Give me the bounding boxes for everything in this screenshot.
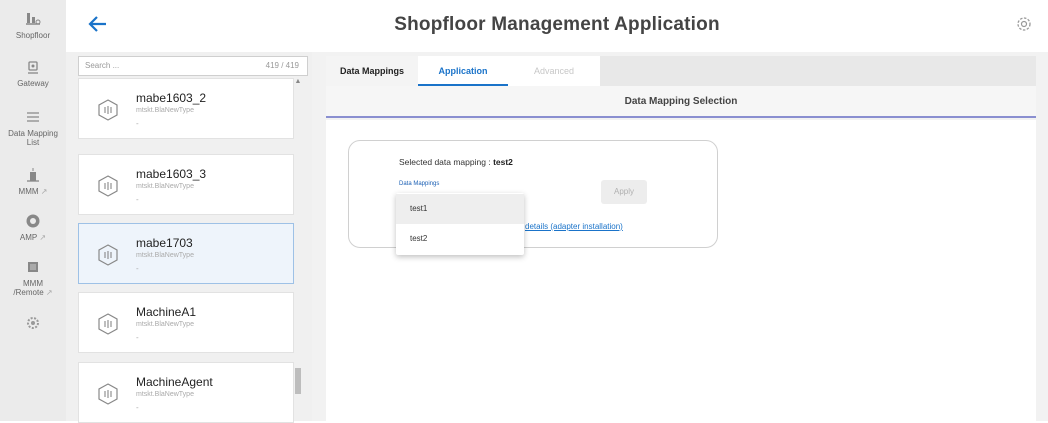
external-link-icon: ↗	[38, 187, 48, 196]
rail-label: Data Mapping List	[8, 129, 58, 147]
mmm-icon	[27, 168, 39, 182]
rail-label: Shopfloor	[15, 31, 51, 40]
tab-bar: Data Mappings Application Advanced	[326, 56, 1036, 86]
apply-button[interactable]: Apply	[601, 180, 647, 204]
gateway-icon	[28, 61, 38, 74]
device-type: mtskt.BlaNewType	[136, 183, 194, 190]
search-input[interactable]: Search ... 419 / 419	[78, 56, 308, 76]
list-icon	[27, 112, 39, 122]
device-type: mtskt.BlaNewType	[136, 321, 194, 328]
device-extra: -	[136, 333, 139, 342]
dropdown-option-test1[interactable]: test1	[396, 194, 524, 224]
device-list-panel: Search ... 419 / 419 mabe1603_2 mtskt.Bl…	[66, 52, 312, 423]
tab-advanced[interactable]: Advanced	[508, 56, 600, 86]
device-type: mtskt.BlaNewType	[136, 391, 194, 398]
rail-label: MMM ↗	[18, 187, 48, 196]
device-icon	[98, 244, 118, 266]
settings-icon[interactable]	[1014, 14, 1034, 34]
device-icon	[98, 313, 118, 335]
device-type: mtskt.BlaNewType	[136, 107, 194, 114]
external-link-icon: ↗	[37, 233, 47, 242]
nav-rail: Shopfloor Gateway Data Mapping List MMM …	[0, 0, 66, 421]
external-link-icon: ↗	[43, 288, 53, 297]
amp-icon	[26, 214, 40, 228]
device-icon	[98, 175, 118, 197]
device-extra: -	[136, 403, 139, 412]
rail-item-amp[interactable]: AMP ↗	[0, 212, 66, 242]
selected-mapping-line: Selected data mapping : test2	[399, 157, 513, 167]
device-name: MachineA1	[136, 305, 197, 319]
device-name: mabe1603_3	[136, 167, 207, 181]
rail-label: AMP ↗	[19, 233, 47, 242]
selected-mapping-value: test2	[493, 157, 513, 167]
shopfloor-icon	[26, 13, 41, 25]
scrollbar-thumb[interactable]	[295, 368, 301, 394]
mmm-remote-icon	[28, 262, 38, 272]
device-icon	[98, 99, 118, 121]
tab-application[interactable]: Application	[418, 56, 508, 86]
data-mappings-field-label: Data Mappings	[399, 181, 440, 187]
device-card[interactable]: MachineA1 mtskt.BlaNewType -	[78, 292, 294, 353]
device-card[interactable]: mabe1603_3 mtskt.BlaNewType -	[78, 154, 294, 215]
search-count: 419 / 419	[265, 61, 299, 70]
rail-item-data-mapping-list[interactable]: Data Mapping List	[0, 108, 66, 147]
device-card[interactable]: mabe1603_2 mtskt.BlaNewType -	[78, 78, 294, 139]
tab-data-mappings[interactable]: Data Mappings	[326, 56, 418, 86]
rail-item-mmm-remote[interactable]: MMM /Remote ↗	[0, 258, 66, 297]
search-placeholder: Search ...	[85, 61, 120, 70]
device-type: mtskt.BlaNewType	[136, 252, 194, 259]
app-header: Shopfloor Management Application	[66, 0, 1048, 52]
device-extra: -	[136, 264, 139, 273]
device-name: mabe1603_2	[136, 91, 207, 105]
device-card-selected[interactable]: mabe1703 mtskt.BlaNewType -	[78, 223, 294, 284]
rail-item-mmm[interactable]: MMM ↗	[0, 166, 66, 196]
rail-item-seed[interactable]	[0, 314, 66, 332]
device-card[interactable]: MachineAgent mtskt.BlaNewType -	[78, 362, 294, 423]
list-scrollbar[interactable]: ▲	[294, 78, 302, 421]
rail-item-shopfloor[interactable]: Shopfloor	[0, 10, 66, 40]
rail-label: MMM /Remote ↗	[13, 279, 53, 297]
data-mappings-dropdown: test1 test2	[396, 193, 524, 255]
device-icon	[98, 383, 118, 405]
main-area: Data Mappings Application Advanced Data …	[312, 52, 1048, 421]
device-name: MachineAgent	[136, 375, 213, 389]
rail-label: Gateway	[17, 79, 49, 88]
selected-mapping-prefix: Selected data mapping :	[399, 157, 491, 167]
details-link[interactable]: details (adapter installation)	[525, 222, 623, 231]
panel-title: Data Mapping Selection	[326, 86, 1036, 118]
device-name: mabe1703	[136, 236, 193, 250]
gear-icon	[27, 317, 39, 329]
dropdown-option-test2[interactable]: test2	[396, 224, 524, 254]
device-extra: -	[136, 195, 139, 204]
rail-item-gateway[interactable]: Gateway	[0, 58, 66, 88]
panel-content: Selected data mapping : test2 Data Mappi…	[326, 120, 1036, 421]
scroll-up-icon[interactable]: ▲	[294, 78, 302, 85]
device-extra: -	[136, 119, 139, 128]
page-title: Shopfloor Management Application	[394, 14, 720, 35]
